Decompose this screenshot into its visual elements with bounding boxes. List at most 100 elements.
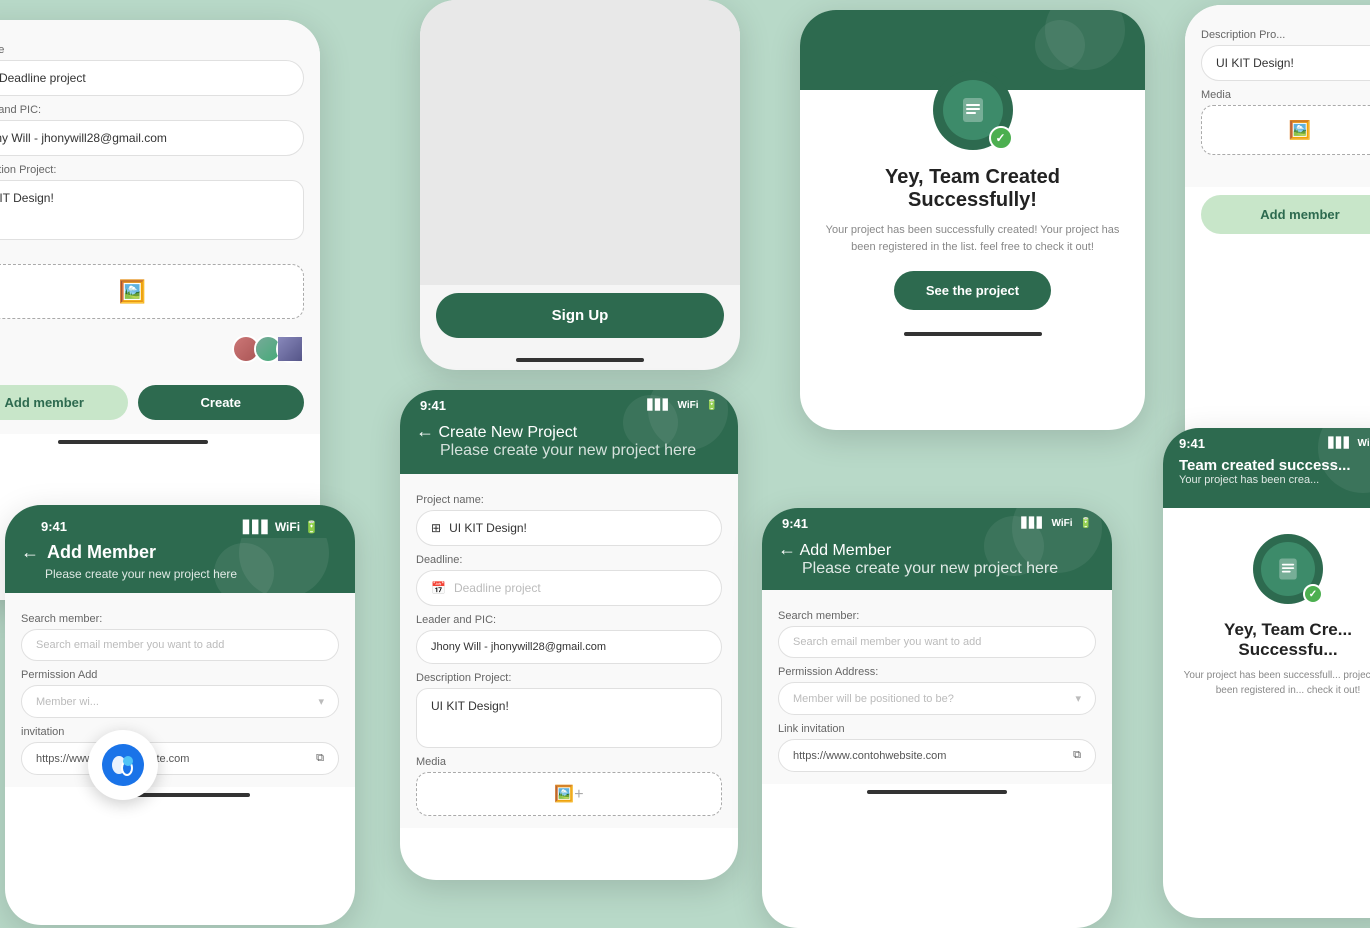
permission-value: Member wi... [36, 696, 99, 708]
deadline-label: Deadline [0, 44, 304, 56]
status-time-sr: 9:41 [1179, 436, 1205, 451]
desc-input-right[interactable]: UI KIT Design! [1201, 45, 1370, 81]
desc-input-main[interactable]: UI KIT Design! [416, 688, 722, 748]
status-time-main: 9:41 [420, 398, 446, 413]
header-title-right: Add Member [800, 542, 892, 559]
back-arrow-icon[interactable]: ← [21, 542, 39, 563]
project-name-input[interactable]: ⊞ UI KIT Design! [416, 510, 722, 546]
deadline-value: Deadline project [0, 71, 86, 85]
image-icon-right: 🖼️ [1289, 120, 1311, 141]
add-member-button[interactable]: Add member [0, 385, 128, 420]
add-member-form-left: Search member: Search email member you w… [5, 593, 355, 787]
success-icon-right: ✓ [1253, 534, 1323, 604]
desc-label-right: Description Pro... [1201, 29, 1370, 41]
success-subtitle: Your project has been successfully creat… [820, 222, 1125, 255]
desc-label-main: Description Project: [416, 672, 722, 684]
media-upload-area[interactable]: 🖼️ [0, 264, 304, 319]
permission-placeholder-right: Member will be positioned to be? [793, 693, 954, 705]
success-icon-wrap: ✓ [933, 70, 1013, 150]
screen-add-member-right: 9:41 ▋▋▋ WiFi 🔋 ← Add Member Please crea… [762, 508, 1112, 928]
invitation-input-right[interactable]: https://www.contohwebsite.com ⧉ [778, 739, 1096, 772]
wifi-icon: WiFi [275, 520, 300, 534]
success-content: ✓ Yey, Team Created Successfully! Your p… [800, 50, 1145, 326]
header-title-left: Add Member [47, 542, 156, 563]
status-time-right: 9:41 [782, 516, 808, 531]
header-deco-main-2 [623, 395, 678, 450]
create-button[interactable]: Create [138, 385, 305, 420]
signup-button[interactable]: Sign Up [436, 293, 724, 338]
see-project-button[interactable]: See the project [894, 271, 1051, 310]
screen-signup: Sign Up [420, 0, 740, 370]
leader-input-main[interactable]: Jhony Will - jhonywill28@gmail.com [416, 630, 722, 664]
media-label-main: Media [416, 756, 722, 768]
status-icons-left: ▋▋▋ WiFi 🔋 [243, 520, 319, 534]
project-name-value: UI KIT Design! [449, 521, 527, 535]
copy-icon[interactable]: ⧉ [316, 752, 324, 765]
permission-dropdown-right[interactable]: Member will be positioned to be? ▾ [778, 682, 1096, 715]
project-name-label: Project name: [416, 494, 722, 506]
desc-value-right: UI KIT Design! [1216, 56, 1294, 70]
description-label: Description Project: [0, 164, 304, 176]
home-indicator-success [904, 332, 1042, 336]
deadline-input[interactable]: 📅 Deadline project [0, 60, 304, 96]
leader-label: Leader and PIC: [0, 104, 304, 116]
back-arrow-main[interactable]: ← [416, 421, 434, 441]
search-label: Search member: [21, 613, 339, 625]
grid-icon: ⊞ [431, 521, 441, 535]
add-member-form-right: Search member: Search email member you w… [762, 590, 1112, 784]
header-subtitle-left: Please create your new project here [45, 567, 339, 581]
image-add-main-icon: 🖼️+ [554, 784, 583, 804]
invitation-label-right: Link invitation [778, 723, 1096, 735]
screen-create-project-main: 9:41 ▋▋▋ WiFi 🔋 ← Create New Project Ple… [400, 390, 738, 880]
screen-success: ✓ Yey, Team Created Successfully! Your p… [800, 10, 1145, 430]
desc-value-main: UI KIT Design! [431, 699, 509, 713]
permission-label-right: Permission Address: [778, 666, 1096, 678]
deadline-label-main: Deadline: [416, 554, 722, 566]
header-title-main: Create New Project [438, 424, 577, 441]
chevron-down-right-icon: ▾ [1075, 692, 1081, 705]
calendar-icon-main: 📅 [431, 581, 446, 595]
invitation-input-left[interactable]: https://www.contohwebsite.com ⧉ [21, 742, 339, 775]
leader-value: Jhony Will - jhonywill28@gmail.com [0, 131, 167, 145]
sr-subtitle: Your project has been crea... [1179, 474, 1370, 486]
leader-value-main: Jhony Will - jhonywill28@gmail.com [431, 641, 606, 653]
avatar-3 [276, 335, 304, 363]
add-member-button-right[interactable]: Add member [1201, 195, 1370, 234]
media-label: Media [0, 248, 304, 260]
permission-dropdown-left[interactable]: Member wi... ▾ [21, 685, 339, 718]
search-input-left[interactable]: Search email member you want to add [21, 629, 339, 661]
add-member-deco-2 [984, 516, 1044, 576]
success-content-right: ✓ Yey, Team Cre... Successfu... Your pro… [1163, 518, 1370, 714]
media-box-right[interactable]: 🖼️ [1201, 105, 1370, 155]
description-input[interactable]: UI KIT Design! [0, 180, 304, 240]
screen-success-right: 9:41 ▋▋▋ WiFi 🔋 Team created success... … [1163, 428, 1370, 918]
success-title: Yey, Team Created Successfully! [820, 166, 1125, 212]
app-icon-float[interactable] [88, 730, 158, 800]
image-add-icon: 🖼️ [119, 279, 146, 305]
search-input-right[interactable]: Search email member you want to add [778, 626, 1096, 658]
home-indicator [58, 440, 208, 444]
battery-icon: 🔋 [304, 520, 319, 534]
deco-circle-2 [1035, 20, 1085, 70]
back-arrow-right-icon[interactable]: ← [778, 539, 796, 559]
home-indicator-signup [516, 358, 644, 362]
deadline-placeholder-main: Deadline project [454, 581, 541, 595]
invitation-label: invitation [21, 726, 339, 738]
copy-icon-right[interactable]: ⧉ [1073, 749, 1081, 762]
create-project-form: Project name: ⊞ UI KIT Design! Deadline:… [400, 474, 738, 828]
media-upload-main[interactable]: 🖼️+ [416, 772, 722, 816]
search-label-right: Search member: [778, 610, 1096, 622]
leader-input[interactable]: Jhony Will - jhonywill28@gmail.com [0, 120, 304, 156]
invitation-url-right: https://www.contohwebsite.com [793, 750, 946, 762]
permission-label: Permission Add [21, 669, 339, 681]
description-value: UI KIT Design! [0, 191, 54, 205]
deadline-input-main[interactable]: 📅 Deadline project [416, 570, 722, 606]
search-placeholder: Search email member you want to add [36, 639, 224, 651]
signal-icon: ▋▋▋ [243, 520, 271, 534]
chevron-down-icon: ▾ [318, 695, 324, 708]
success-subtitle-right: Your project has been successfull... pro… [1179, 668, 1370, 698]
success-title-right: Yey, Team Cre... Successfu... [1179, 620, 1370, 660]
home-indicator-add-right [867, 790, 1007, 794]
leader-label-main: Leader and PIC: [416, 614, 722, 626]
check-badge: ✓ [989, 126, 1013, 150]
